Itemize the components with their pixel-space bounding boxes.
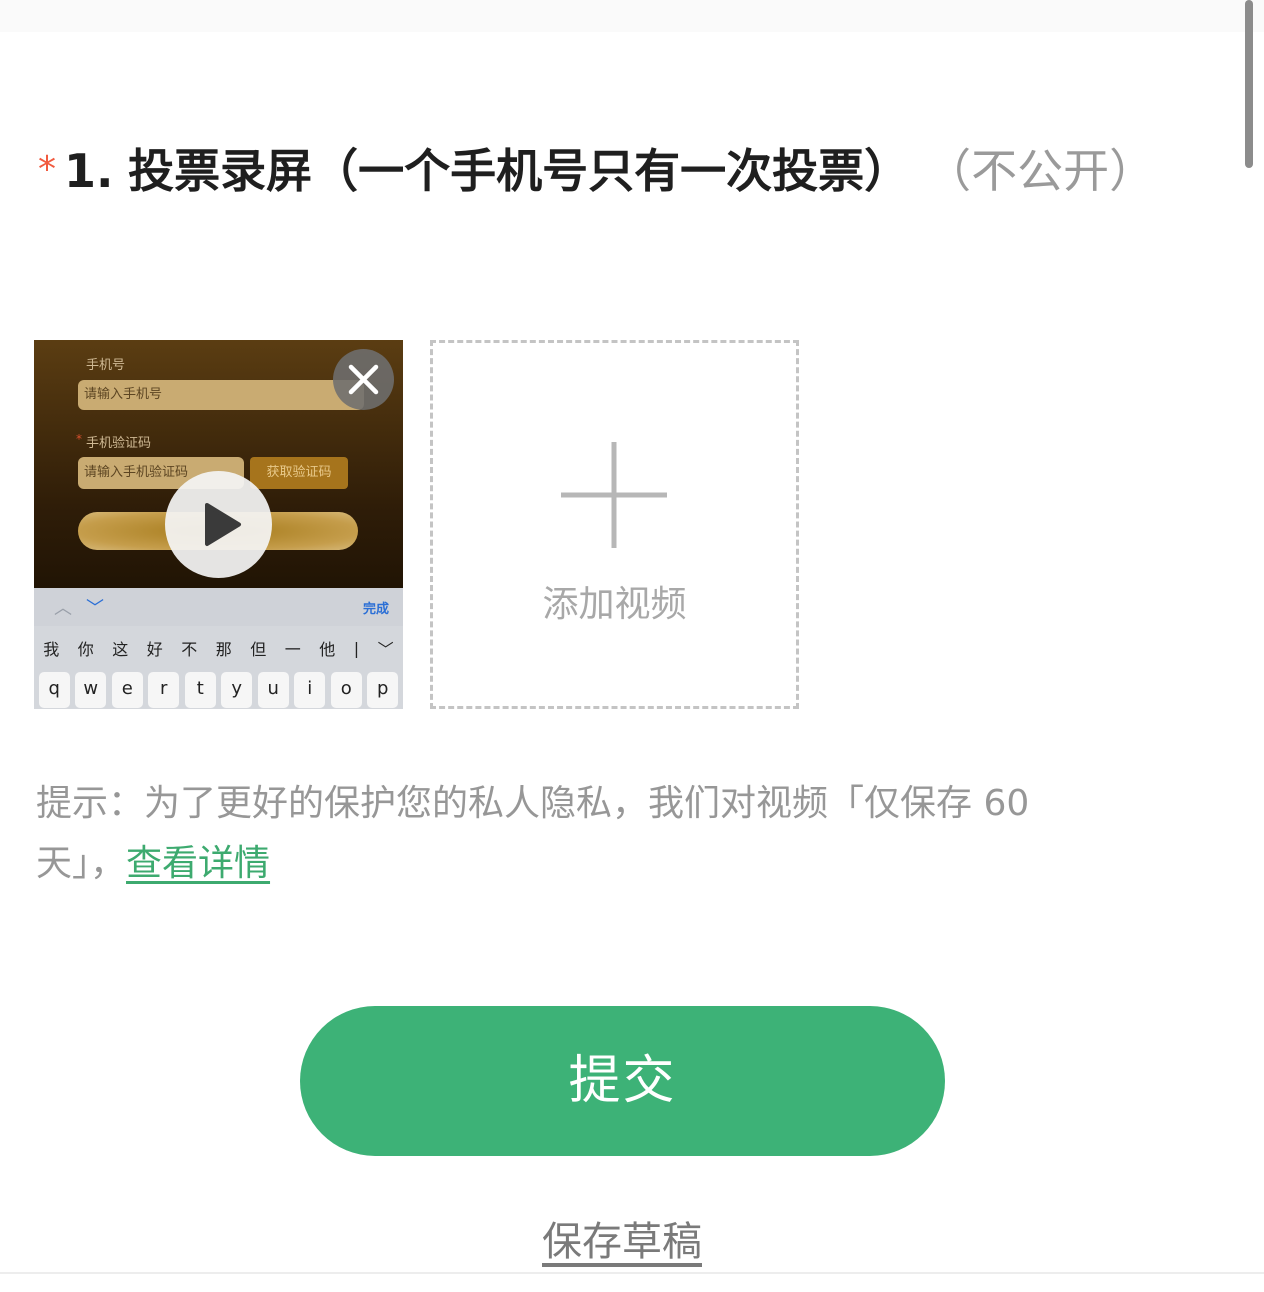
thumb-keyboard-toolbar: ︿ ﹀ 完成 — [34, 588, 403, 626]
thumb-candidate: 你 — [77, 640, 94, 659]
question-title: * 1. 投票录屏（一个手机号只有一次投票） （不公开） — [38, 140, 1238, 201]
required-mark: * — [38, 149, 56, 190]
privacy-hint: 提示：为了更好的保护您的私人隐私，我们对视频「仅保存 60 天」，查看详情 — [36, 774, 1126, 894]
add-video-label: 添加视频 — [542, 584, 687, 625]
thumb-key: e — [111, 672, 143, 708]
add-video-button[interactable]: 添加视频 — [430, 340, 799, 709]
thumb-required-mark: * — [76, 432, 82, 446]
thumb-key: i — [294, 672, 326, 708]
thumb-key: o — [330, 672, 362, 708]
thumb-candidate: 这 — [112, 640, 129, 659]
chevron-down-icon: ﹀ — [86, 598, 104, 619]
save-draft-row: 保存草稿 — [0, 1212, 1244, 1272]
thumb-candidate: 一 — [284, 640, 301, 659]
thumb-candidate: 他 — [319, 640, 336, 659]
thumb-candidate: 不 — [181, 640, 198, 659]
play-icon[interactable] — [165, 471, 272, 578]
scrollbar[interactable] — [1245, 0, 1253, 168]
save-draft-link[interactable]: 保存草稿 — [542, 1219, 702, 1265]
question-text: 投票录屏（一个手机号只有一次投票） — [128, 144, 911, 198]
thumb-candidate: 我 — [43, 640, 60, 659]
close-icon[interactable] — [333, 349, 394, 410]
thumb-candidate: 但 — [250, 640, 267, 659]
thumb-key: u — [257, 672, 289, 708]
bottom-divider — [0, 1272, 1264, 1274]
chevron-up-icon: ︿ — [54, 598, 72, 619]
submit-button[interactable]: 提交 — [300, 1006, 945, 1156]
uploaded-video-thumbnail[interactable]: 手机号 请输入手机号 * 手机验证码 请输入手机验证码 获取验证码 ︿ ﹀ 完成… — [34, 340, 403, 709]
thumb-code-label: 手机验证码 — [86, 436, 152, 451]
thumb-key: y — [221, 672, 253, 708]
thumb-key: q — [38, 672, 70, 708]
view-details-link[interactable]: 查看详情 — [126, 843, 270, 884]
thumb-phone-label: 手机号 — [86, 358, 126, 373]
thumb-key: r — [148, 672, 180, 708]
thumb-candidate: ﹀ — [377, 640, 394, 659]
thumb-key: t — [184, 672, 216, 708]
thumb-key: p — [367, 672, 399, 708]
question-number: 1. — [64, 144, 114, 198]
thumb-key: w — [75, 672, 107, 708]
thumb-keyboard-row: q w e r t y u i o p — [34, 670, 403, 709]
thumb-candidate-bar: 我 你 这 好 不 那 但 一 他 | ﹀ — [34, 626, 403, 670]
thumb-candidate: | — [353, 638, 360, 658]
thumb-candidate: 那 — [215, 640, 232, 659]
question-note: （不公开） — [948, 144, 1156, 198]
top-band — [0, 0, 1264, 32]
plus-icon — [561, 442, 667, 548]
thumb-phone-input: 请输入手机号 — [78, 380, 364, 410]
thumb-keyboard-done: 完成 — [362, 602, 389, 617]
thumb-candidate: 好 — [146, 640, 163, 659]
